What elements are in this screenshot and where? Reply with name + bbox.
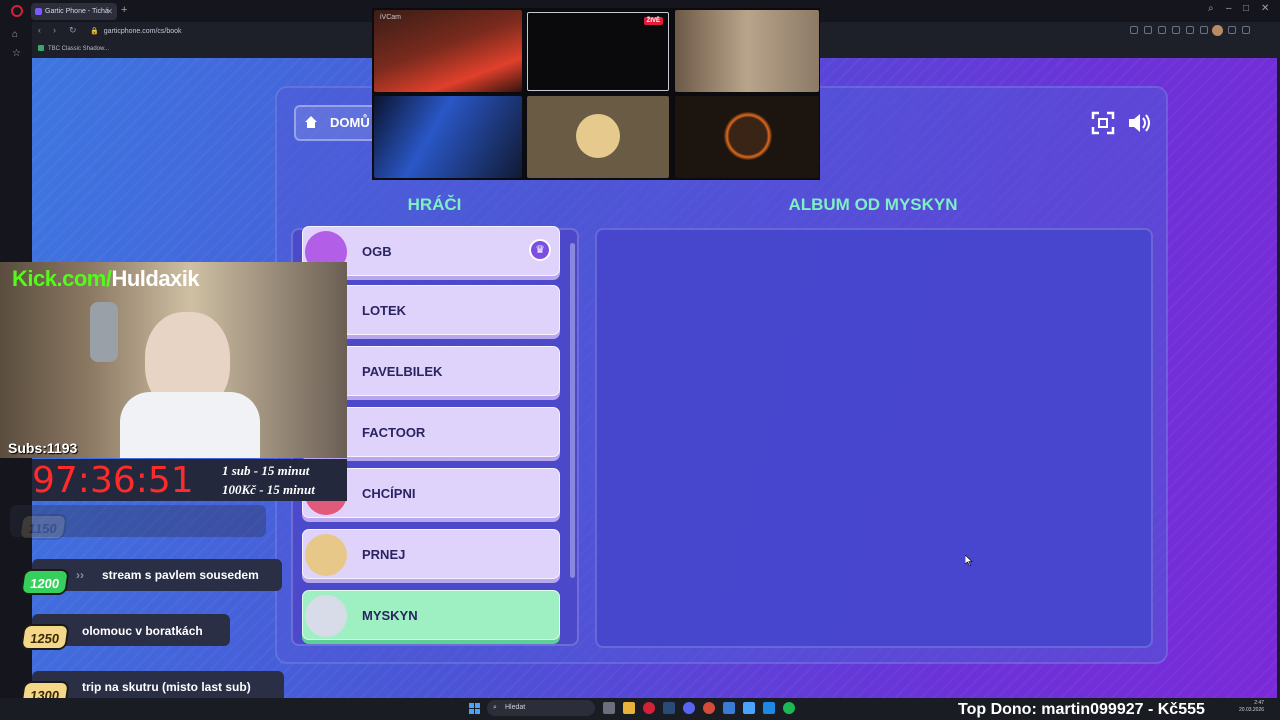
live-badge: ŽIVĚ xyxy=(643,17,663,25)
bookmark-label: TBC Classic Shadow... xyxy=(48,46,110,52)
avatar-icon xyxy=(576,114,620,158)
browser-search-icon[interactable]: ⌕ xyxy=(1208,3,1214,14)
screen: Gartic Phone - Tichá ✕ + ⌕ – □ ✕ ‹ › ↻ 🔒… xyxy=(0,0,1280,720)
goal-amount: 1250 xyxy=(20,624,70,650)
webcam-tile xyxy=(675,10,819,92)
star-sidebar-icon[interactable]: ☆ xyxy=(12,48,21,59)
maximize-button[interactable]: □ xyxy=(1243,3,1249,14)
microphone-icon xyxy=(90,302,118,362)
cam-label: iVCam xyxy=(380,14,402,21)
extension-icon[interactable] xyxy=(1200,26,1208,34)
taskbar-apps xyxy=(603,702,795,714)
clock-date: 20.03.2026 xyxy=(1239,707,1265,713)
profile-avatar-icon[interactable] xyxy=(1212,25,1223,36)
goal-text: stream s pavlem sousedem xyxy=(102,568,259,582)
taskbar-search[interactable]: ⌕ Hledat xyxy=(487,700,595,716)
chrome-icon[interactable] xyxy=(703,702,715,714)
extension-icon[interactable] xyxy=(1158,26,1166,34)
app-icon[interactable] xyxy=(763,702,775,714)
timer-value: 97:36:51 xyxy=(32,460,194,501)
task-view-icon[interactable] xyxy=(603,702,615,714)
player-avatar xyxy=(305,534,347,576)
minimize-button[interactable]: – xyxy=(1226,3,1232,14)
kick-channel-label: Kick.com/Huldaxik xyxy=(12,266,200,292)
album-heading: ALBUM OD MYSKYN xyxy=(788,195,958,214)
players-heading: HRÁČI xyxy=(407,195,462,214)
reload-icon[interactable]: ↻ xyxy=(69,25,77,36)
lock-icon: 🔒 xyxy=(90,28,99,35)
goal-amount: 1150 xyxy=(18,514,68,540)
steam-icon[interactable] xyxy=(663,702,675,714)
new-tab-button[interactable]: + xyxy=(121,3,127,18)
player-avatar xyxy=(305,595,347,637)
system-clock[interactable]: 2:47 20.03.2026 xyxy=(1239,700,1264,714)
gartic-favicon-icon xyxy=(35,8,42,15)
forward-icon[interactable]: › xyxy=(53,25,56,35)
subs-counter: Subs:1193 xyxy=(8,440,78,456)
store-icon[interactable] xyxy=(723,702,735,714)
close-tab-icon[interactable]: ✕ xyxy=(106,3,113,20)
webcam-tile: iVCam xyxy=(374,10,522,92)
kick-prefix: Kick.com/ xyxy=(12,266,112,291)
bookmark-item[interactable]: TBC Classic Shadow... xyxy=(38,44,109,54)
player-name: PAVELBILEK xyxy=(362,364,443,379)
volume-icon[interactable] xyxy=(1126,110,1152,136)
windows-start-icon[interactable] xyxy=(469,703,480,714)
extension-icon[interactable] xyxy=(1228,26,1236,34)
player-name: MYSKYN xyxy=(362,608,418,623)
url-text: garticphone.com/cs/book xyxy=(103,28,182,35)
url-field[interactable]: 🔒 garticphone.com/cs/book xyxy=(90,25,182,38)
album-area xyxy=(595,228,1153,648)
players-scrollbar[interactable] xyxy=(570,243,575,578)
tab-title: Gartic Phone - Tichá xyxy=(45,8,109,15)
player-name: OGB xyxy=(362,244,392,259)
extension-icon[interactable] xyxy=(1172,26,1180,34)
goal-text: trip na skutru (misto last sub) xyxy=(82,680,251,694)
goal-amount: 1200 xyxy=(20,569,70,595)
player-name: PRNEJ xyxy=(362,547,406,562)
home-label: DOMŮ xyxy=(330,115,370,130)
crown-icon: ♛ xyxy=(529,239,551,261)
opera-icon[interactable] xyxy=(643,702,655,714)
rate-sub-text: 1 sub - 15 minut xyxy=(222,463,310,478)
opera-logo-icon[interactable] xyxy=(11,5,23,17)
extension-icon[interactable] xyxy=(1242,26,1250,34)
back-icon[interactable]: ‹ xyxy=(38,25,41,35)
discord-icon[interactable] xyxy=(683,702,695,714)
notepad-icon[interactable] xyxy=(743,702,755,714)
search-label: Hledat xyxy=(505,704,526,711)
webcam-tile xyxy=(675,96,819,178)
webcam-tile xyxy=(527,96,669,178)
bookmark-icon xyxy=(38,45,44,51)
file-explorer-icon[interactable] xyxy=(623,702,635,714)
player-name: FACTOOR xyxy=(362,425,426,440)
goal-text: olomouc v boratkách xyxy=(82,624,203,638)
extension-icon[interactable] xyxy=(1130,26,1138,34)
streamer-shirt xyxy=(120,392,260,458)
player-row-prnej: PRNEJ xyxy=(302,529,560,579)
mouse-cursor-icon xyxy=(965,555,973,566)
extension-icons xyxy=(1130,26,1250,34)
top-right-controls xyxy=(1090,110,1152,136)
extension-icon[interactable] xyxy=(1186,26,1194,34)
kick-username: Huldaxik xyxy=(111,266,200,291)
close-window-button[interactable]: ✕ xyxy=(1261,3,1269,14)
house-icon xyxy=(305,116,317,128)
player-name: LOTEK xyxy=(362,303,407,318)
fullscreen-icon[interactable] xyxy=(1090,110,1116,136)
spotify-icon[interactable] xyxy=(783,702,795,714)
player-name: CHCÍPNI xyxy=(362,486,416,501)
extension-icon[interactable] xyxy=(1144,26,1152,34)
webcam-tile: ŽIVĚ xyxy=(527,12,669,91)
home-sidebar-icon[interactable]: ⌂ xyxy=(12,29,18,40)
browser-tab[interactable]: Gartic Phone - Tichá ✕ xyxy=(31,3,117,20)
search-icon: ⌕ xyxy=(493,704,497,711)
avatar-icon xyxy=(724,112,772,160)
clock-time: 2:47 xyxy=(1254,700,1265,706)
goal-chevron-icon: ›› xyxy=(76,568,84,582)
rate-money-text: 100Kč - 15 minut xyxy=(222,482,315,497)
player-row-myskyn: MYSKYN xyxy=(302,590,560,640)
top-donor-text: Top Dono: martin099927 - Kč555 xyxy=(958,701,1205,718)
webcam-tile xyxy=(374,96,522,178)
